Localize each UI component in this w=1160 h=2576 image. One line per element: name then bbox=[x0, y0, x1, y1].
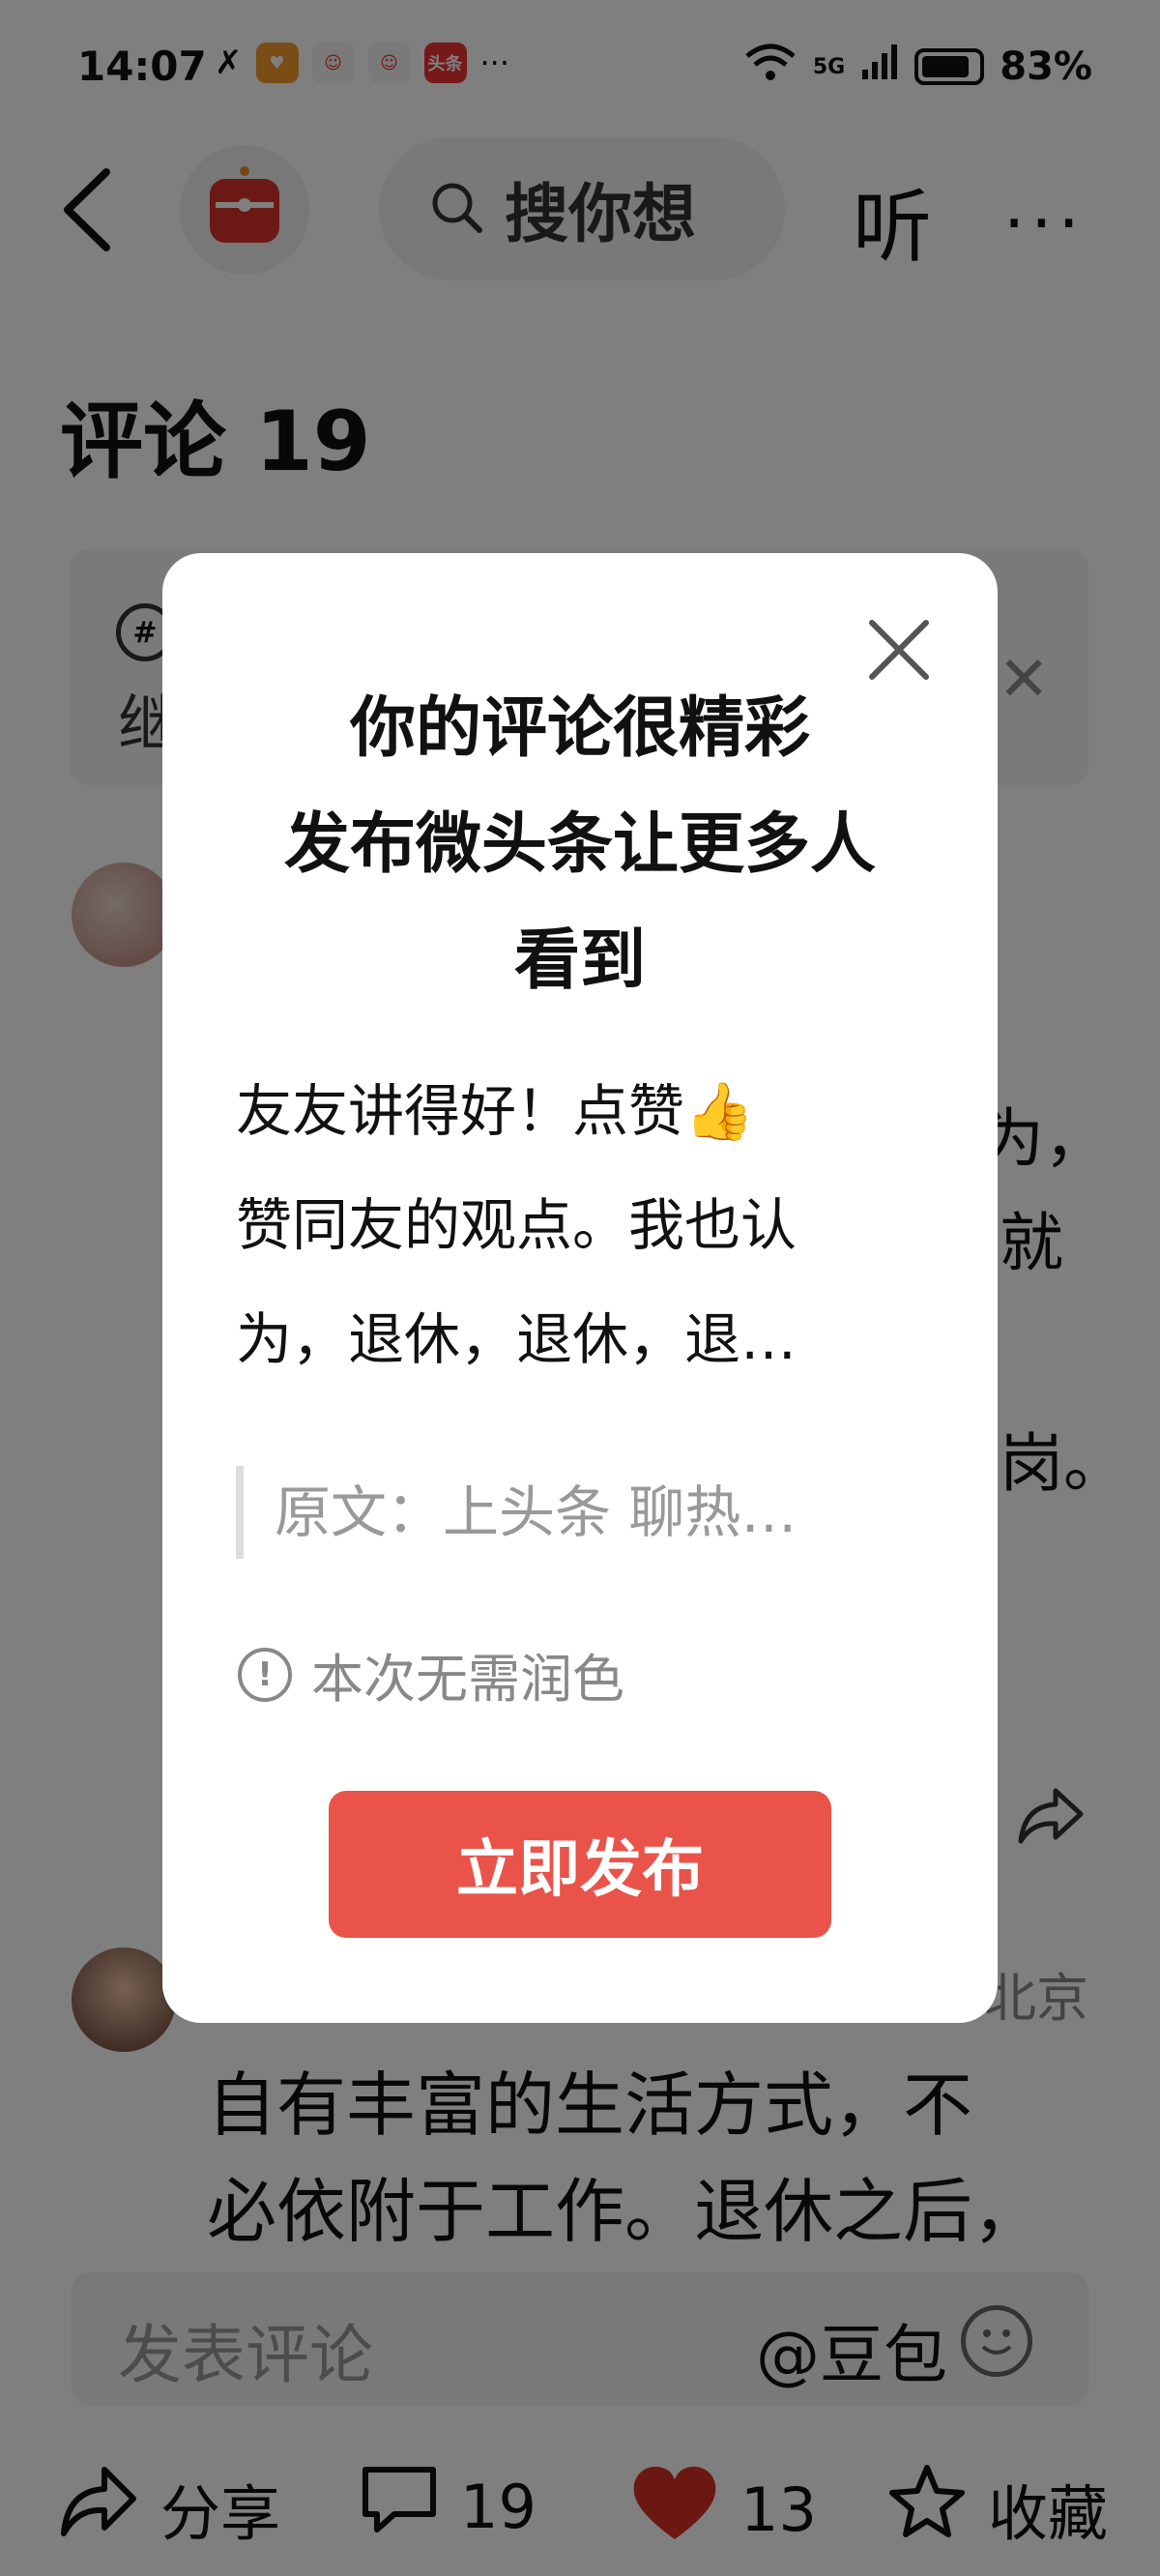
preview-line: 赞同友的观点。我也认 bbox=[236, 1192, 798, 1258]
publish-now-button[interactable]: 立即发布 bbox=[329, 1791, 831, 1938]
notice-text: 本次无需润色 bbox=[311, 1649, 624, 1710]
dialog-title: 你的评论很精彩 发布微头条让更多人 看到 bbox=[162, 671, 998, 1019]
polish-notice: ! 本次无需润色 bbox=[238, 1636, 624, 1712]
publish-dialog: 你的评论很精彩 发布微头条让更多人 看到 友友讲得好！点赞👍 赞同友的观点。我也… bbox=[162, 553, 998, 2023]
preview-line: 为，退休，退休，退… bbox=[236, 1306, 798, 1372]
comment-preview: 友友讲得好！点赞👍 赞同友的观点。我也认 为，退休，退休，退… bbox=[236, 1054, 932, 1396]
dialog-title-line: 看到 bbox=[513, 922, 646, 999]
thumbs-up-icon: 👍 bbox=[684, 1078, 755, 1144]
dialog-title-line: 你的评论很精彩 bbox=[349, 690, 810, 767]
preview-line: 友友讲得好！点赞 bbox=[236, 1078, 685, 1144]
original-quote: 原文：上头条 聊热… bbox=[236, 1466, 932, 1559]
info-icon: ! bbox=[238, 1647, 292, 1702]
dialog-title-line: 发布微头条让更多人 bbox=[283, 806, 876, 883]
